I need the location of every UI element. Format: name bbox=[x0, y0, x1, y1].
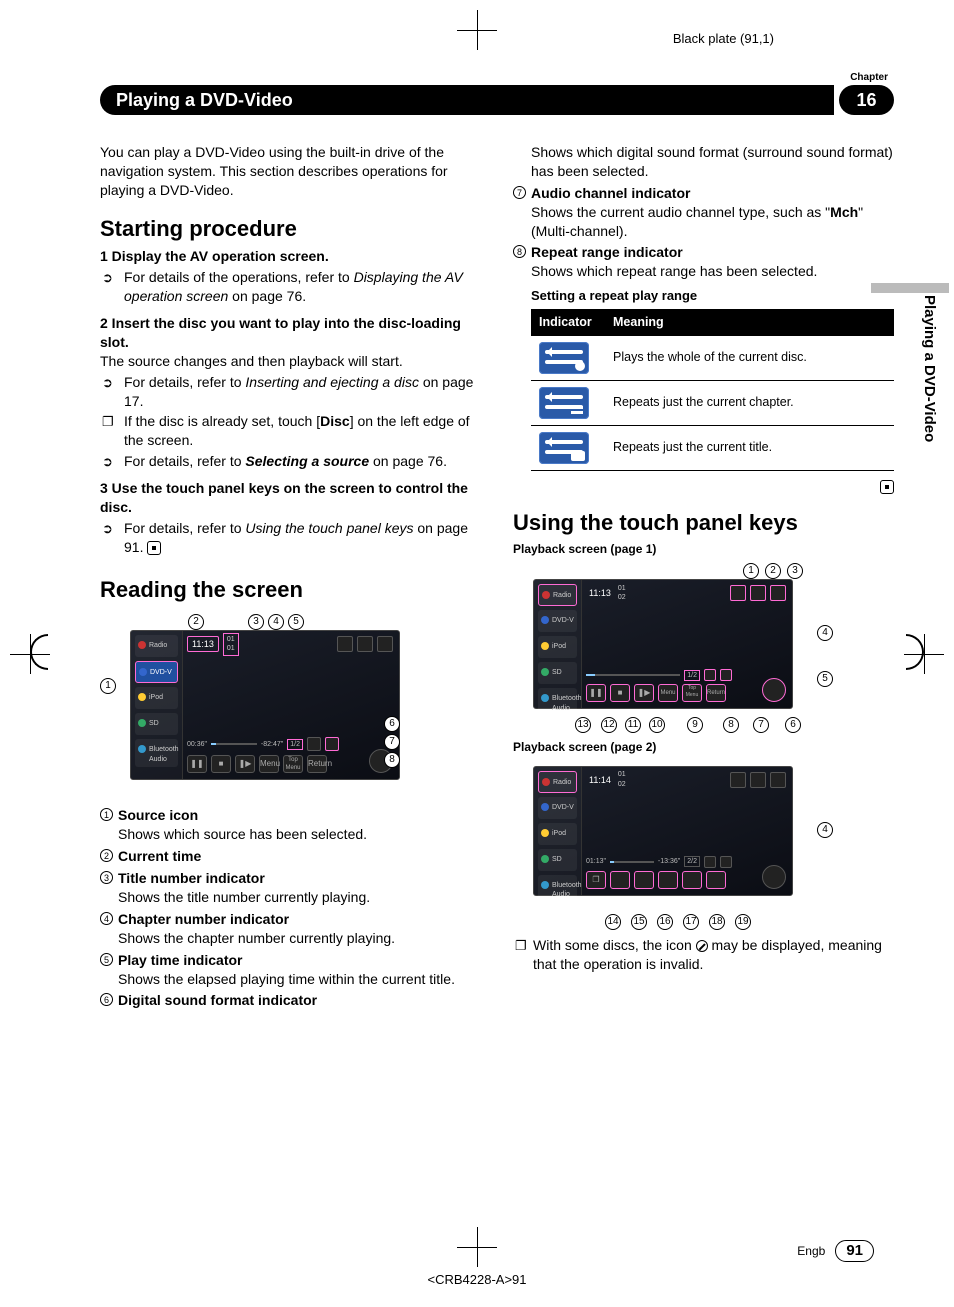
pb1-c1: 1 bbox=[743, 563, 759, 579]
close-icon bbox=[770, 772, 786, 788]
desc-8: 8Repeat range indicatorShows which repea… bbox=[513, 243, 894, 281]
chapter-header: Playing a DVD-Video Chapter 16 bbox=[100, 85, 894, 115]
bookmark-icon: ❐ bbox=[586, 871, 606, 889]
desc6-cont: Shows which digital sound format (surrou… bbox=[513, 143, 894, 181]
step2-ref-c: ➲ For details, refer to Selecting a sour… bbox=[100, 452, 481, 471]
callout-4: 4 bbox=[268, 614, 284, 630]
pb1-c8: 8 bbox=[723, 717, 739, 733]
pb1-c11: 11 bbox=[625, 717, 641, 733]
invalid-note: ❐ With some discs, the icon may be displ… bbox=[513, 936, 894, 974]
stop-icon: ■ bbox=[211, 755, 231, 773]
callout-5: 5 bbox=[288, 614, 304, 630]
step1-lead: 1 Display the AV operation screen. bbox=[100, 247, 481, 266]
step3-lead: 3 Use the touch panel keys on the screen… bbox=[100, 479, 481, 517]
playback2-figure: 4 14 15 16 17 18 19 Radio DVD-V iPod SD … bbox=[513, 762, 833, 930]
section-touch-keys: Using the touch panel keys bbox=[513, 508, 894, 538]
callout-3: 3 bbox=[248, 614, 264, 630]
step1-ref: ➲ For details of the operations, refer t… bbox=[100, 268, 481, 306]
pb2-c17: 17 bbox=[683, 914, 699, 930]
step-icon: ❚▶ bbox=[235, 755, 255, 773]
step2-ref-b: ❐ If the disc is already set, touch [Dis… bbox=[100, 412, 481, 450]
search-icon bbox=[337, 636, 353, 652]
section-reading-screen: Reading the screen bbox=[100, 575, 481, 605]
section-starting-procedure: Starting procedure bbox=[100, 214, 481, 244]
callout-2: 2 bbox=[188, 614, 204, 630]
pb2-c16: 16 bbox=[657, 914, 673, 930]
pb1-c4: 4 bbox=[817, 625, 833, 641]
eq-icon bbox=[750, 585, 766, 601]
reading-screen-figure: 2 3 4 5 1 6 7 8 Radio DVD-V iPod SD Blue… bbox=[100, 610, 400, 800]
repeat-table-title: Setting a repeat play range bbox=[513, 287, 894, 305]
intro-text: You can play a DVD-Video using the built… bbox=[100, 143, 481, 200]
eq-icon bbox=[357, 636, 373, 652]
search-icon bbox=[730, 772, 746, 788]
page-footer: Engb 91 bbox=[797, 1240, 874, 1262]
repeat-title-icon bbox=[539, 432, 589, 464]
pb1-c7: 7 bbox=[753, 717, 769, 733]
lang-code: Engb bbox=[797, 1243, 825, 1259]
pb1-c2: 2 bbox=[765, 563, 781, 579]
pb1-c9: 9 bbox=[687, 717, 703, 733]
side-tab: Playing a DVD-Video bbox=[919, 295, 939, 442]
pb1-title: Playback screen (page 1) bbox=[513, 541, 894, 557]
ref-code: <CRB4228-A>91 bbox=[427, 1271, 526, 1289]
phone-icon bbox=[762, 865, 786, 889]
close-icon bbox=[377, 636, 393, 652]
crop-mark-top bbox=[457, 10, 497, 50]
repeat-chapter-icon bbox=[539, 387, 589, 419]
step2-lead: 2 Insert the disc you want to play into … bbox=[100, 314, 481, 352]
desc-7: 7Audio channel indicatorShows the curren… bbox=[513, 184, 894, 241]
crop-mark-left bbox=[10, 634, 50, 674]
callout-1: 1 bbox=[100, 678, 116, 694]
crop-mark-bottom bbox=[457, 1227, 497, 1267]
repeat-table: IndicatorMeaning Plays the whole of the … bbox=[531, 309, 894, 471]
pb2-c19: 19 bbox=[735, 914, 751, 930]
close-icon bbox=[770, 585, 786, 601]
pb1-c5: 5 bbox=[817, 671, 833, 687]
pb1-c12: 12 bbox=[601, 717, 617, 733]
page-number: 91 bbox=[835, 1240, 874, 1262]
subtitle-icon bbox=[634, 871, 654, 889]
pb2-title: Playback screen (page 2) bbox=[513, 739, 894, 755]
pb1-c6: 6 bbox=[785, 717, 801, 733]
step2-body: The source changes and then playback wil… bbox=[100, 352, 481, 371]
step2-ref-a: ➲ For details, refer to Inserting and ej… bbox=[100, 373, 481, 411]
pb2-c18: 18 bbox=[709, 914, 725, 930]
screen-descriptions: 1Source iconShows which source has been … bbox=[100, 806, 481, 1010]
pb2-c14: 14 bbox=[605, 914, 621, 930]
step3-ref: ➲ For details, refer to Using the touch … bbox=[100, 519, 481, 557]
audio-icon bbox=[610, 871, 630, 889]
table-end-mark bbox=[513, 477, 894, 496]
angle-icon bbox=[658, 871, 678, 889]
pb1-c13: 13 bbox=[575, 717, 591, 733]
pb2-c4: 4 bbox=[817, 822, 833, 838]
pb1-c10: 10 bbox=[649, 717, 665, 733]
pause-icon: ❚❚ bbox=[187, 755, 207, 773]
crop-mark-right bbox=[904, 634, 944, 674]
repeat-icon bbox=[720, 856, 732, 868]
prohibit-icon bbox=[696, 940, 708, 952]
chapter-number: 16 bbox=[839, 85, 894, 115]
playback1-figure: 1 2 3 4 5 13 12 11 10 9 8 7 6 Radio DVD-… bbox=[513, 563, 833, 733]
section-end-icon bbox=[147, 541, 161, 555]
slow-fwd-icon bbox=[706, 871, 726, 889]
chapter-word: Chapter bbox=[850, 71, 888, 85]
side-tab-mark bbox=[871, 283, 949, 293]
repeat-disc-icon bbox=[539, 342, 589, 374]
plate-label: Black plate (91,1) bbox=[673, 30, 774, 48]
eq-icon bbox=[750, 772, 766, 788]
pb2-c15: 15 bbox=[631, 914, 647, 930]
chapter-title: Playing a DVD-Video bbox=[116, 88, 293, 112]
search-icon bbox=[730, 585, 746, 601]
pb1-c3: 3 bbox=[787, 563, 803, 579]
slow-rev-icon bbox=[682, 871, 702, 889]
